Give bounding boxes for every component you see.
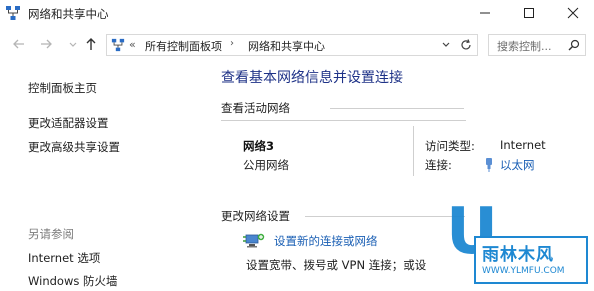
up-arrow-icon[interactable] [84, 37, 98, 51]
sidebar-item-windows-firewall[interactable]: Windows 防火墙 [28, 273, 118, 289]
control-panel-icon [111, 38, 125, 52]
recent-dropdown-icon[interactable] [66, 37, 80, 51]
sidebar-item-control-panel-home[interactable]: 控制面板主页 [28, 80, 97, 96]
breadcrumb-overflow[interactable]: « [129, 38, 136, 51]
maximize-icon [524, 8, 534, 18]
close-icon [567, 7, 579, 19]
title-bar: 网络和共享中心 [0, 0, 594, 28]
forward-arrow-icon[interactable] [39, 37, 53, 51]
connection-label: 连接: [425, 158, 452, 172]
back-arrow-icon[interactable] [12, 37, 26, 51]
access-type-value: Internet [500, 138, 546, 152]
search-icon[interactable] [568, 39, 580, 51]
refresh-icon[interactable] [459, 38, 473, 52]
breadcrumb-network-sharing-center[interactable]: 网络和共享中心 [248, 38, 325, 54]
network-center-icon [6, 6, 20, 20]
access-type-label: 访问类型: [425, 139, 475, 153]
breadcrumb-separator[interactable]: › [230, 38, 234, 49]
minimize-button[interactable] [464, 0, 506, 26]
network-type: 公用网络 [243, 158, 289, 172]
section-divider [221, 120, 466, 121]
sidebar-item-change-adapter-settings[interactable]: 更改适配器设置 [28, 115, 109, 131]
address-bar[interactable]: « 所有控制面板项 › 网络和共享中心 [106, 34, 478, 56]
page-title: 查看基本网络信息并设置连接 [221, 70, 403, 86]
close-button[interactable] [552, 0, 594, 26]
setup-new-connection-link[interactable]: 设置新的连接或网络 [274, 233, 378, 249]
section-divider [330, 108, 464, 109]
window-title: 网络和共享中心 [28, 7, 109, 21]
ethernet-icon [486, 158, 492, 172]
new-connection-icon [243, 233, 265, 248]
active-networks-heading: 查看活动网络 [221, 101, 290, 115]
search-placeholder[interactable]: 搜索控制... [497, 38, 552, 54]
search-box[interactable]: 搜索控制... [488, 34, 586, 56]
watermark-url: WWW.YLMFU.COM [482, 266, 565, 276]
minimize-icon [480, 12, 490, 14]
sidebar-item-internet-options[interactable]: Internet 选项 [28, 250, 100, 266]
network-name: 网络3 [243, 139, 275, 153]
ethernet-connection-link[interactable]: 以太网 [500, 157, 535, 173]
see-also-heading: 另请参阅 [28, 227, 74, 241]
maximize-button[interactable] [508, 0, 550, 26]
setup-new-connection-description: 设置宽带、拨号或 VPN 连接；或设 [246, 258, 427, 272]
watermark-logo: 雨林木风 WWW.YLMFU.COM [474, 236, 588, 284]
watermark-name: 雨林木风 [482, 245, 554, 265]
column-divider [413, 126, 414, 176]
address-dropdown-icon[interactable] [441, 40, 451, 50]
breadcrumb-all-control-panel-items[interactable]: 所有控制面板项 [145, 38, 222, 54]
sidebar-item-change-advanced-sharing[interactable]: 更改高级共享设置 [28, 139, 120, 155]
section-divider [305, 216, 465, 217]
change-network-settings-heading: 更改网络设置 [221, 209, 290, 223]
